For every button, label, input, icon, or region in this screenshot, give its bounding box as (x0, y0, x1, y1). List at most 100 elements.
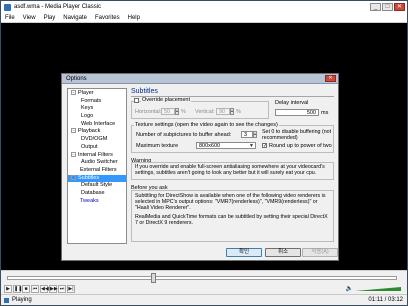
horizontal-percent: % (181, 109, 186, 115)
max-texture-select[interactable]: 800x600 ▼ (196, 142, 256, 149)
panel-title: Subtitles (131, 88, 334, 97)
override-placement-label: Override placement (141, 97, 191, 103)
tree-item-label: Subtitles (78, 174, 100, 181)
tree-item-label: Database (81, 189, 105, 196)
ok-button[interactable]: 확인 (226, 248, 262, 257)
tree-item-label: Tweaks (80, 197, 99, 204)
status-bar: Playing 01:11 / 03:12 (1, 294, 407, 305)
tree-item-label: Audio Switcher (81, 159, 118, 166)
before-you-ask-text-2: RealMedia and QuickTime formats can be s… (135, 214, 328, 226)
tree-item-player[interactable]: − Player (68, 90, 126, 98)
menu-play[interactable]: Play (44, 15, 56, 21)
options-dialog: Options ✕ − Player Formats Keys Logo Web Inte… (61, 73, 339, 261)
horizontal-label: Horizontal: (135, 109, 162, 115)
close-button[interactable]: ✕ (394, 3, 405, 11)
speaker-icon[interactable]: 🔈 (346, 285, 353, 292)
texture-settings-label: Texture settings (open the video again t… (134, 122, 279, 128)
tree-item-label: Default Style (81, 182, 113, 189)
delay-interval-input[interactable]: 500 (275, 109, 319, 116)
override-placement-checkbox[interactable] (134, 98, 139, 103)
next-button[interactable]: ⏭ (58, 285, 66, 293)
previous-button[interactable]: ⏮ (31, 285, 39, 293)
tree-item-label: Output (81, 143, 98, 150)
apply-button[interactable]: 적용(A) (302, 248, 338, 257)
buffer-note: Set 0 to disable buffering (not recommen… (262, 129, 332, 141)
tree-item-label: Logo (81, 113, 94, 120)
window-title: asdf.wma - Media Player Classic (14, 4, 102, 10)
tree-item-keys[interactable]: Keys (68, 105, 126, 113)
options-title-bar[interactable]: Options (62, 74, 338, 84)
tree-expander-icon[interactable]: − (71, 128, 76, 134)
tree-expander-icon[interactable]: − (71, 174, 76, 180)
tree-item-logo[interactable]: Logo (68, 113, 126, 121)
horizontal-input[interactable]: 50 (161, 108, 175, 115)
buffer-input[interactable]: 3 (241, 131, 253, 138)
play-button[interactable]: ▶ (4, 285, 12, 293)
vertical-spinner[interactable]: ▴ (230, 108, 234, 115)
menu-help[interactable]: Help (128, 15, 140, 21)
tree-item-label: Formats (81, 97, 102, 104)
max-texture-value: 800x600 (199, 143, 221, 149)
seek-track[interactable] (7, 276, 397, 280)
status-icon (4, 297, 9, 303)
fast-forward-button[interactable]: ▶▶ (49, 285, 58, 293)
options-tree[interactable]: − Player Formats Keys Logo Web Interface − Play… (67, 88, 127, 244)
delay-interval-unit: ms (321, 110, 329, 116)
tree-item-dvd-ogm[interactable]: DVD/OGM (68, 136, 126, 144)
vertical-input[interactable]: 90 (216, 108, 230, 115)
stop-button[interactable]: ■ (22, 285, 30, 293)
tree-item-label: Keys (81, 105, 94, 112)
menu-navigate[interactable]: Navigate (63, 15, 87, 21)
tree-item-playback[interactable]: − Playback (68, 128, 126, 136)
tree-expander-icon[interactable]: − (71, 151, 76, 157)
tree-item-external-filters[interactable]: External Filters (68, 167, 126, 175)
menu-favorites[interactable]: Favorites (95, 15, 120, 21)
frame-step-button[interactable]: ▶| (67, 285, 75, 293)
tree-item-output[interactable]: Output (68, 144, 126, 152)
seek-thumb[interactable] (151, 273, 157, 283)
tree-item-audio-switcher[interactable]: Audio Switcher (68, 159, 126, 167)
minimize-button[interactable]: _ (370, 3, 381, 11)
menu-view[interactable]: View (23, 15, 36, 21)
buffer-spinner[interactable]: ▴ (253, 131, 257, 138)
seek-bar[interactable] (1, 270, 407, 284)
volume-level (355, 287, 401, 291)
tree-item-label: Playback (78, 128, 101, 135)
options-title: Options (66, 75, 87, 82)
tree-item-default-style[interactable]: Default Style (68, 182, 126, 190)
cancel-button[interactable]: 취소 (265, 248, 301, 257)
options-close-button[interactable]: ✕ (325, 75, 336, 82)
round-up-checkbox[interactable]: ✓ (262, 143, 267, 149)
tree-item-label: Web Interface (81, 120, 116, 127)
tree-item-database[interactable]: Database (68, 190, 126, 198)
tree-item-label: Internal Filters (78, 151, 113, 158)
subtitles-panel: Subtitles Override placement Horizontal:… (131, 88, 334, 244)
pause-button[interactable]: ❚❚ (13, 285, 22, 293)
vertical-percent: % (236, 109, 241, 115)
horizontal-spinner[interactable]: ▴ (175, 108, 179, 115)
max-texture-label: Maximum texture (136, 143, 179, 149)
tree-item-label: Player (78, 90, 94, 96)
tree-item-formats[interactable]: Formats (68, 98, 126, 106)
menu-bar: File View Play Navigate Favorites Help (1, 13, 407, 23)
time-display: 01:11 / 03:12 (368, 297, 403, 303)
tree-item-web-interface[interactable]: Web Interface (68, 121, 126, 129)
title-bar[interactable]: asdf.wma - Media Player Classic _ □ ✕ (1, 1, 407, 13)
delay-interval-label: Delay interval (275, 100, 309, 106)
media-player-window: asdf.wma - Media Player Classic _ □ ✕ Fi… (0, 0, 408, 306)
tree-item-tweaks[interactable]: Tweaks (68, 198, 126, 206)
rewind-button[interactable]: ◀◀ (40, 285, 49, 293)
menu-file[interactable]: File (5, 15, 15, 21)
volume-slider[interactable] (355, 287, 401, 291)
warning-text: If you override and enable full-screen a… (135, 164, 325, 176)
tree-expander-icon[interactable]: − (71, 90, 76, 96)
tree-item-label: DVD/OGM (81, 136, 108, 143)
round-up-label: Round up to power of two (269, 143, 332, 149)
tree-item-label: External Filters (80, 166, 117, 173)
maximize-button[interactable]: □ (382, 3, 393, 11)
app-icon (4, 3, 11, 11)
vertical-label: Vertical: (195, 109, 215, 115)
tree-item-subtitles[interactable]: − Subtitles (68, 174, 126, 183)
playback-status: Playing (12, 297, 32, 303)
tree-item-internal-filters[interactable]: − Internal Filters (68, 152, 126, 160)
